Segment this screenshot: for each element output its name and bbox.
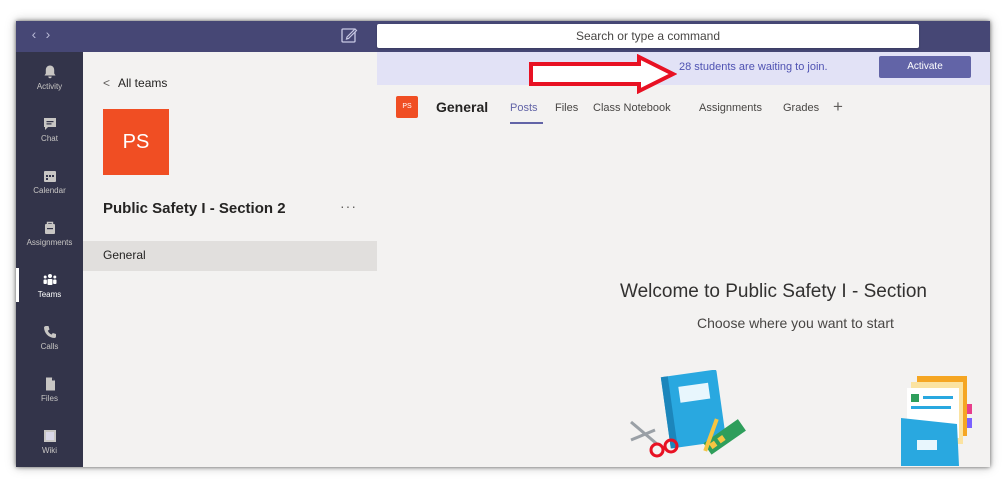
team-pane: < All teams PS Public Safety I - Section … (83, 52, 378, 467)
add-tab-icon[interactable]: + (833, 97, 843, 117)
all-teams-label: All teams (118, 76, 168, 90)
main-content: 28 students are waiting to join. Activat… (377, 52, 990, 467)
rail-label: Wiki (41, 446, 58, 455)
rail-label: Calendar (33, 186, 66, 195)
active-tab-indicator (510, 122, 543, 124)
compose-icon[interactable] (340, 26, 358, 44)
channel-avatar: PS (396, 96, 418, 118)
all-teams-link[interactable]: < All teams (103, 76, 167, 90)
tab-grades[interactable]: Grades (783, 102, 819, 114)
file-icon (45, 377, 55, 391)
tab-posts[interactable]: Posts (510, 102, 538, 114)
waiting-students-text: 28 students are waiting to join. (679, 61, 828, 73)
red-arrow-icon (529, 54, 677, 94)
top-bar: ‹ › Search or type a command (16, 21, 990, 52)
tab-class-notebook[interactable]: Class Notebook (593, 102, 671, 114)
team-avatar: PS (103, 109, 169, 175)
folder-illustration-icon (901, 376, 972, 466)
wiki-icon (43, 430, 56, 442)
tab-assignments[interactable]: Assignments (699, 102, 762, 114)
teams-icon (43, 274, 56, 285)
rail-label: Calls (40, 342, 59, 351)
rail-item-chat[interactable]: Chat (16, 116, 83, 143)
rail-item-calls[interactable]: Calls (16, 324, 83, 351)
rail-item-calendar[interactable]: Calendar (16, 168, 83, 195)
back-arrow-icon[interactable]: ‹ (30, 26, 44, 42)
teams-window: ‹ › Search or type a command Activity Cha… (16, 21, 990, 467)
waiting-banner: 28 students are waiting to join. Activat… (377, 52, 990, 85)
rail-label: Chat (41, 134, 58, 143)
history-nav: ‹ › (30, 26, 58, 42)
rail-item-assignments[interactable]: Assignments (16, 220, 83, 247)
search-input[interactable]: Search or type a command (377, 24, 919, 48)
rail-label: Teams (37, 290, 62, 299)
rail-label: Files (41, 394, 58, 403)
chat-icon (43, 118, 56, 130)
tab-files[interactable]: Files (555, 102, 578, 114)
channel-title: General (436, 99, 489, 115)
rail-item-teams[interactable]: Teams (16, 268, 83, 302)
team-name: Public Safety I - Section 2 (103, 200, 286, 217)
rail-item-wiki[interactable]: Wiki (16, 428, 83, 455)
rail-item-files[interactable]: Files (16, 376, 83, 403)
forward-arrow-icon[interactable]: › (44, 26, 58, 42)
rail-item-activity[interactable]: Activity (16, 64, 83, 91)
channel-item-general[interactable]: General (83, 241, 377, 271)
rail-label: Assignments (26, 238, 73, 247)
rail-label: Activity (36, 82, 63, 91)
notebook-illustration-icon (630, 370, 746, 458)
bell-icon (44, 65, 55, 79)
assignments-icon (44, 221, 55, 234)
app-rail: Activity Chat Calendar Assignments Teams… (16, 52, 83, 467)
welcome-title: Welcome to Public Safety I - Section (620, 281, 927, 302)
calendar-icon (43, 171, 56, 182)
activate-button[interactable]: Activate (879, 56, 971, 78)
phone-icon (43, 326, 56, 338)
welcome-subtitle: Choose where you want to start (697, 315, 894, 331)
chevron-left-icon: < (103, 76, 111, 90)
more-options-icon[interactable]: ··· (340, 198, 357, 214)
